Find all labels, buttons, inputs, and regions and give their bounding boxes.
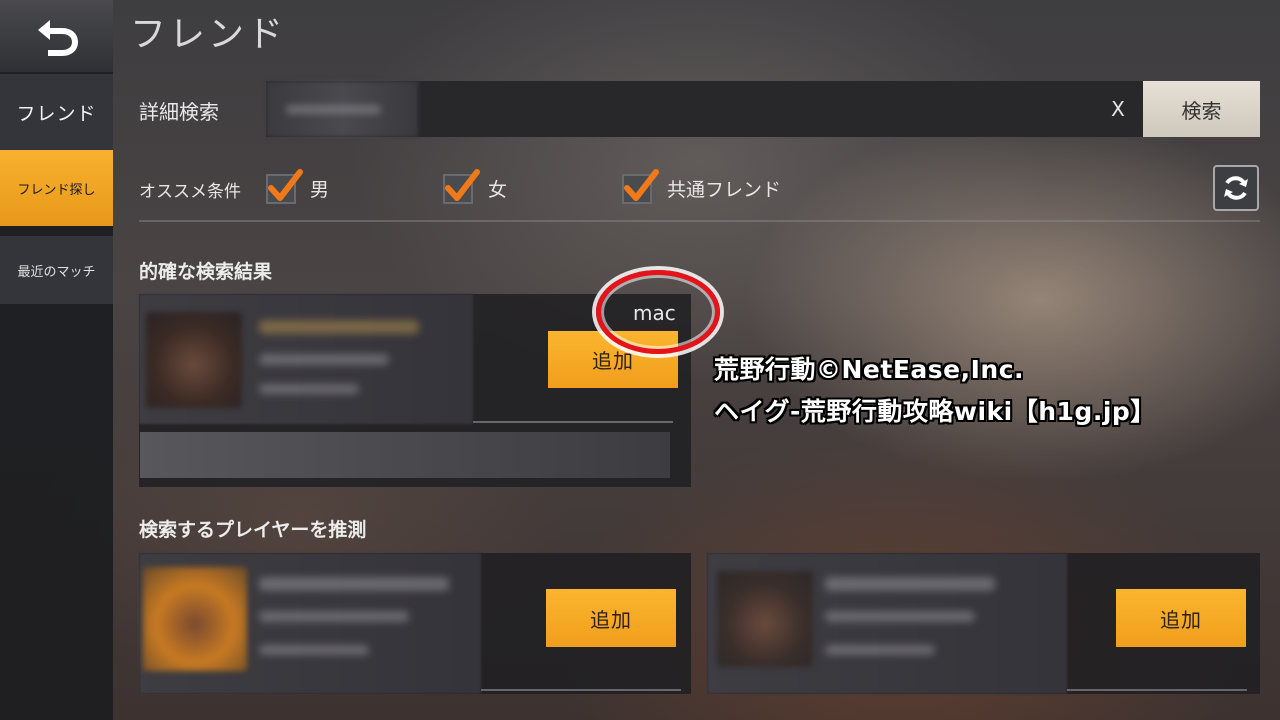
refresh-button[interactable] [1213, 165, 1259, 211]
search-button[interactable]: 検索 [1143, 81, 1260, 137]
recommend-conditions-label: オススメ条件 [139, 182, 241, 202]
avatar [143, 567, 247, 671]
detail-search-label: 詳細検索 [139, 100, 219, 124]
suggested-card: 追加 [139, 553, 691, 694]
clear-button[interactable]: X [1092, 81, 1144, 137]
sidebar-item-friends[interactable]: フレンド [0, 74, 113, 150]
avatar [146, 312, 242, 408]
search-field[interactable]: X [266, 81, 1144, 137]
mutual-friends-label: 共通フレンド [667, 179, 782, 201]
search-input[interactable] [418, 81, 1078, 137]
annotation-circle [596, 270, 720, 354]
divider [139, 220, 1260, 222]
female-label: 女 [488, 179, 508, 201]
suggested-card: 追加 [707, 553, 1260, 694]
avatar [717, 571, 813, 667]
suggested-players-title: 検索するプレイヤーを推測 [139, 519, 367, 541]
sidebar: フレンド フレンド探し 最近のマッチ [0, 0, 113, 720]
back-arrow-icon [37, 20, 78, 56]
back-button[interactable] [0, 0, 113, 72]
checkmark-icon [445, 169, 480, 201]
sidebar-item-recent-matches[interactable]: 最近のマッチ [0, 236, 113, 304]
page-title: フレンド [130, 14, 287, 55]
male-label: 男 [310, 179, 330, 201]
blurred-id-region [266, 81, 418, 137]
checkmark-icon [624, 169, 659, 201]
watermark-line-2: ヘイグ-荒野行動攻略wiki【h1g.jp】 [714, 397, 1156, 426]
watermark-line-1: 荒野行動©NetEase,Inc. [714, 355, 1025, 384]
blurred-info-bar [140, 432, 670, 478]
sidebar-item-find-friends[interactable]: フレンド探し [0, 150, 113, 226]
male-checkbox[interactable] [266, 168, 303, 206]
refresh-icon [1224, 176, 1248, 200]
add-friend-button[interactable]: 追加 [546, 589, 676, 647]
add-friend-button[interactable]: 追加 [1116, 589, 1246, 647]
checkmark-icon [268, 169, 303, 201]
female-checkbox[interactable] [443, 168, 480, 206]
mutual-friends-checkbox[interactable] [622, 168, 659, 206]
exact-results-title: 的確な検索結果 [139, 261, 273, 283]
